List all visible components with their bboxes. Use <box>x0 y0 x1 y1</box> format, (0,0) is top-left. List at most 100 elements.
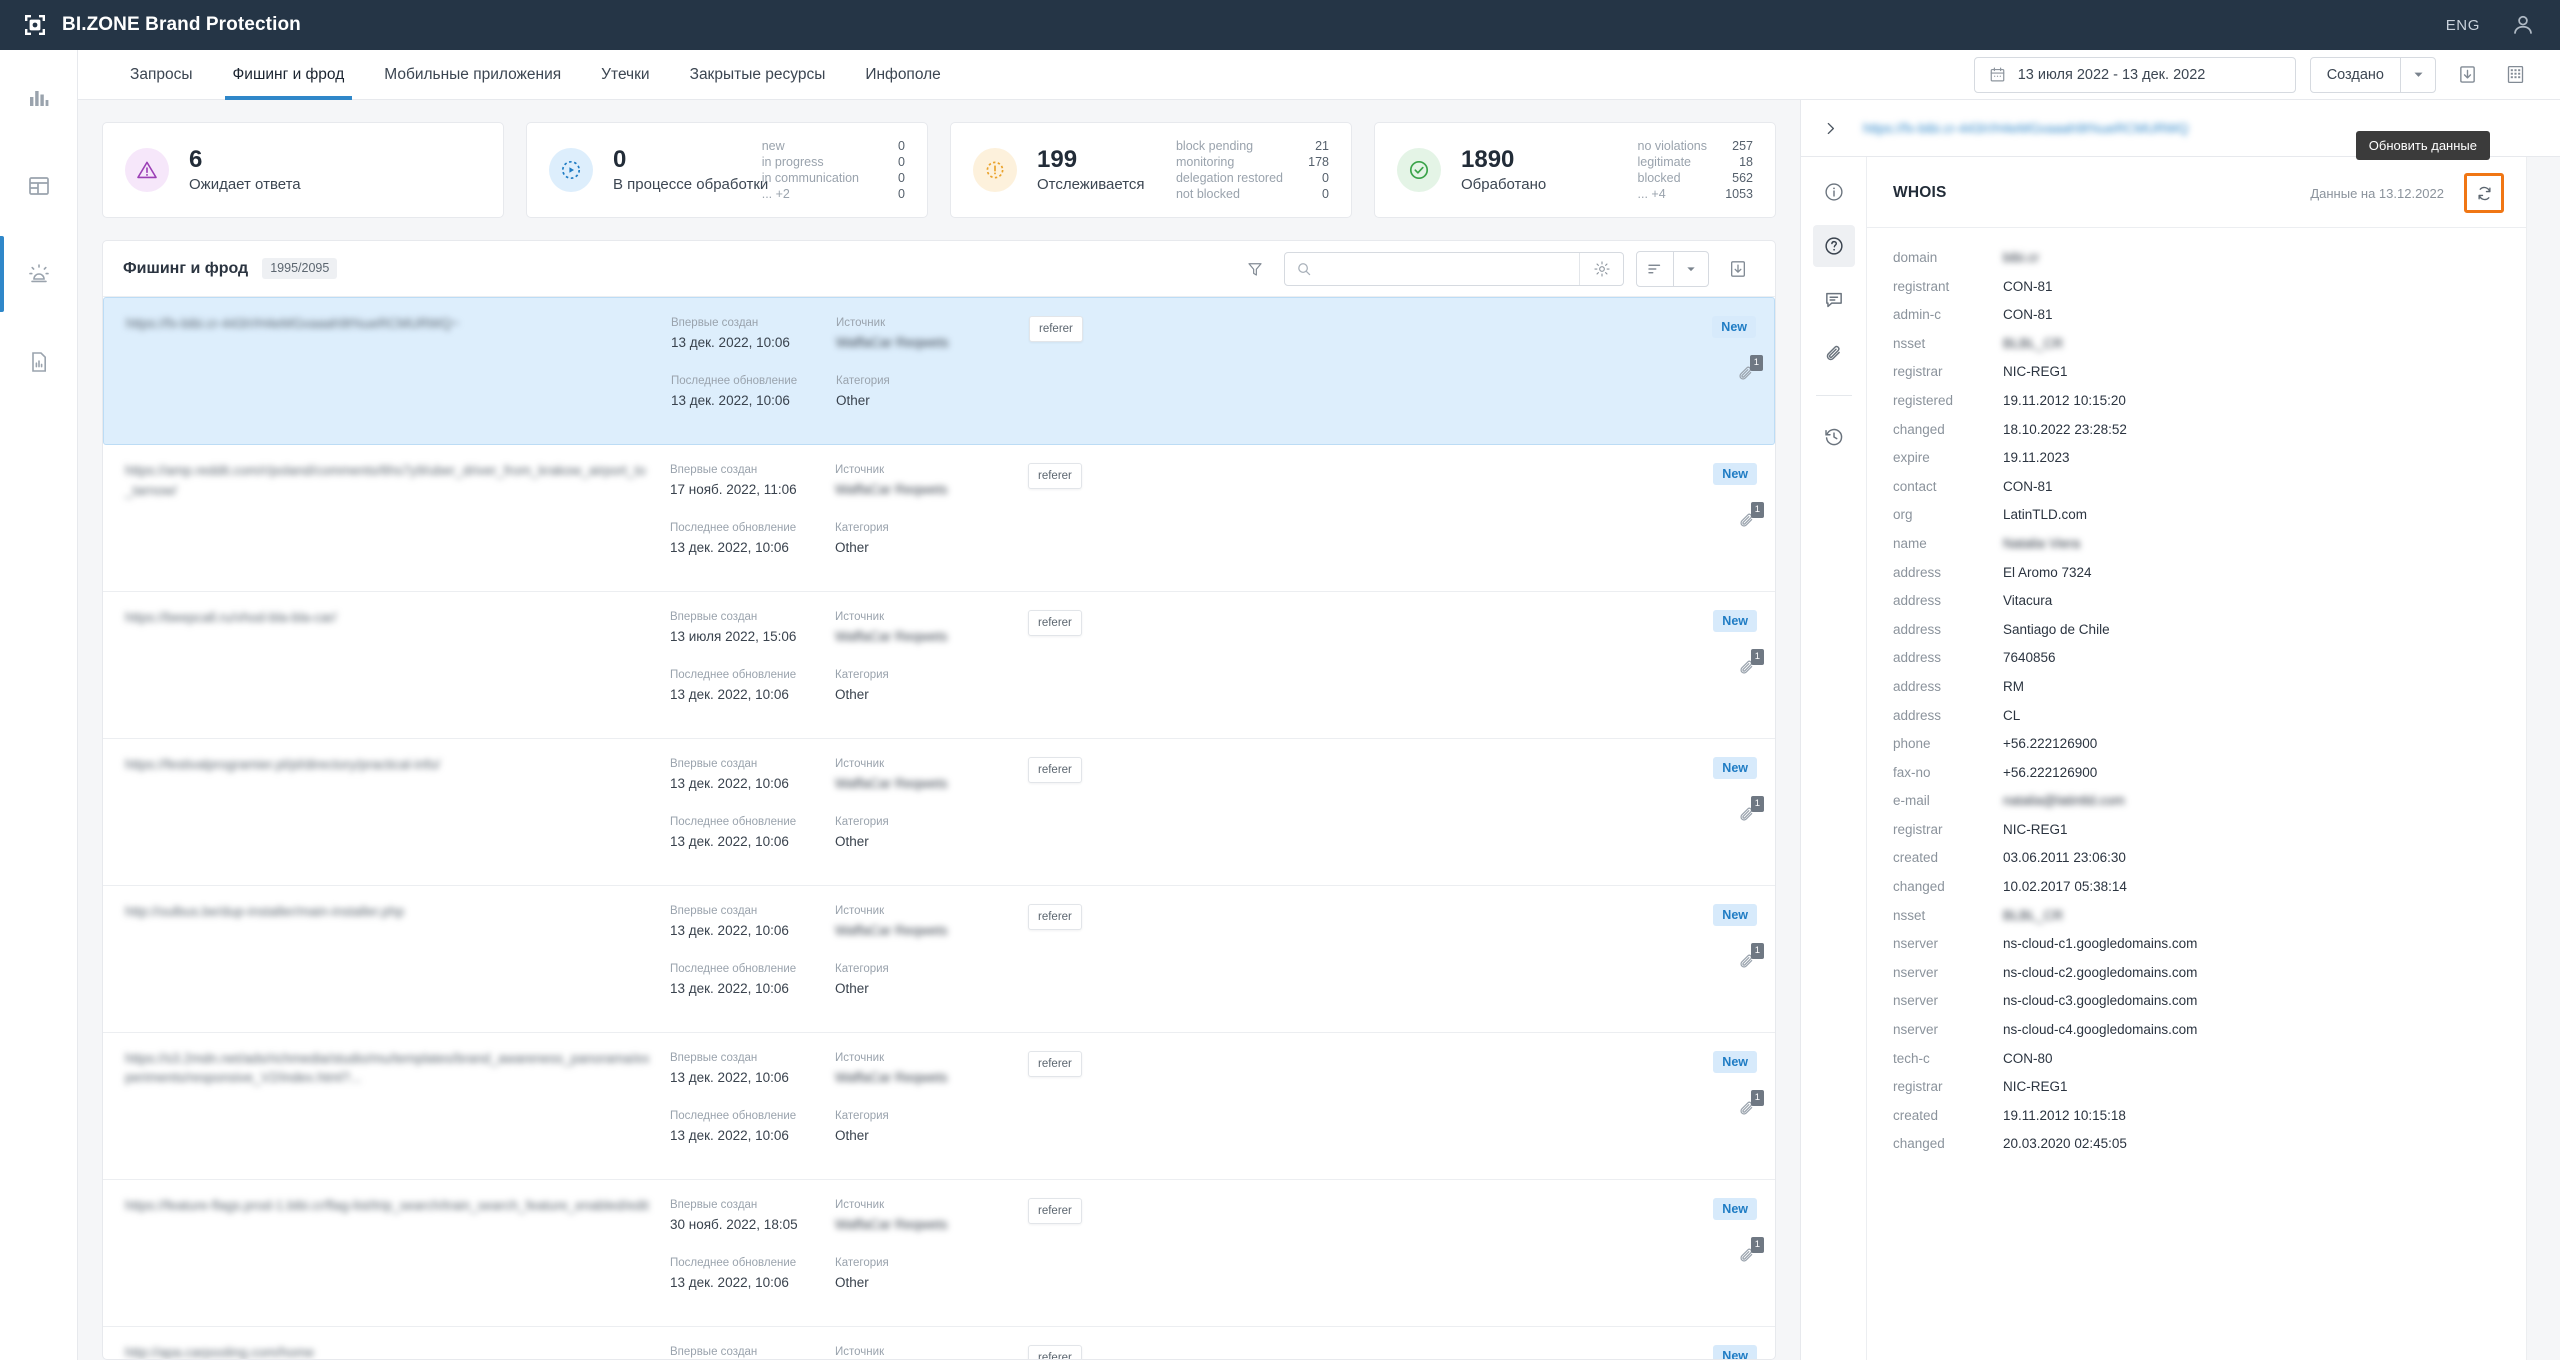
row-tag[interactable]: referer <box>1028 609 1082 636</box>
row-url[interactable]: http://oulbus.be/dup-installer/main-inst… <box>125 902 652 922</box>
paperclip-icon[interactable]: 1 <box>1737 649 1764 678</box>
date-range-picker[interactable]: 13 июля 2022 - 13 дек. 2022 <box>1973 56 2296 93</box>
attachment-count: 1 <box>1749 355 1763 371</box>
whois-row: address CL <box>1893 702 2500 731</box>
row-url[interactable]: https://fx-bibi.cr-443/r/H4eMGxaaah9t%ue… <box>126 314 653 334</box>
stat-card-awaiting-response[interactable]: 6 Ожидает ответа <box>102 122 504 218</box>
row-url-cell[interactable]: http://oulbus.be/dup-installer/main-inst… <box>125 902 670 922</box>
tab-closed-resources[interactable]: Закрытые ресурсы <box>670 50 846 99</box>
row-created-block: Впервые создан 13 июля 2022, 15:06 <box>670 608 835 648</box>
row-category-label: Категория <box>835 962 889 975</box>
table-grid-icon[interactable] <box>2498 58 2532 92</box>
chevron-down-icon[interactable] <box>2401 58 2435 92</box>
language-switch[interactable]: ENG <box>2446 17 2480 34</box>
row-url-cell[interactable]: https://beepcall.ru/vhod-bla-bla-car/ <box>125 608 670 628</box>
table-row[interactable]: https://feature-flags.prod-1.bibi.cr/fla… <box>103 1180 1775 1327</box>
search-box[interactable] <box>1284 251 1624 286</box>
table-row[interactable]: http://apa.carpooling.com/home Впервые со… <box>103 1327 1775 1359</box>
table-row[interactable]: http://oulbus.be/dup-installer/main-inst… <box>103 886 1775 1033</box>
history-clock-icon[interactable] <box>1813 416 1855 458</box>
sidebar-item-reports[interactable] <box>17 340 61 384</box>
whois-key: e-mail <box>1893 793 1930 809</box>
funnel-filter-icon[interactable] <box>1238 252 1272 286</box>
gear-icon[interactable] <box>1579 252 1623 285</box>
paperclip-icon[interactable]: 1 <box>1737 943 1764 972</box>
row-url-cell[interactable]: https://feature-flags.prod-1.bibi.cr/fla… <box>125 1196 670 1216</box>
refresh-tooltip: Обновить данные <box>2355 131 2490 160</box>
report-document-icon <box>27 350 51 374</box>
table-row[interactable]: https://fx-bibi.cr-443/r/H4eMGxaaah9t%ue… <box>103 297 1775 445</box>
whois-value: bibi.cr <box>2003 250 2040 265</box>
row-url-cell[interactable]: https://amp.reddit.com/r/poland/comments… <box>125 461 670 500</box>
stat-card-tracked[interactable]: 199 Отслеживается block pending 21 monit… <box>950 122 1352 218</box>
paperclip-icon[interactable]: 1 <box>1737 1237 1764 1266</box>
detail-url[interactable]: https://fx-bibi.cr-443/r/H4eMGxaaah9t%ue… <box>1863 121 2188 136</box>
info-circle-icon[interactable] <box>1813 171 1855 213</box>
row-url[interactable]: https://s3.2mdn.net/ads/richmedia/studio… <box>125 1049 652 1088</box>
tab-requests[interactable]: Запросы <box>110 50 213 99</box>
row-created-block: Впервые создан22 июля 2022, 02:06 <box>670 1343 835 1359</box>
whois-row: contact CON-81 <box>1893 473 2500 502</box>
paperclip-icon[interactable]: 1 <box>1736 355 1763 384</box>
tab-phishing-fraud[interactable]: Фишинг и фрод <box>213 50 365 100</box>
row-tag[interactable]: referer <box>1028 1344 1082 1359</box>
stat-card-in-processing[interactable]: 0 В процессе обработки new 0 in progress… <box>526 122 928 218</box>
stat-card-processed[interactable]: 1890 Обработано no violations 257 legiti… <box>1374 122 1776 218</box>
row-tag[interactable]: referer <box>1029 316 1083 342</box>
paperclip-icon[interactable]: 1 <box>1737 796 1764 825</box>
table-row[interactable]: https://s3.2mdn.net/ads/richmedia/studio… <box>103 1033 1775 1180</box>
paperclip-icon[interactable] <box>1813 333 1855 375</box>
dashboard-layout-icon <box>27 174 51 198</box>
whois-header: WHOIS Данные на 13.12.2022 Обновить данн… <box>1867 131 2526 228</box>
export-download-icon[interactable] <box>1721 252 1755 286</box>
sidebar-item-cards[interactable] <box>17 164 61 208</box>
whois-row: address 7640856 <box>1893 644 2500 673</box>
row-tag[interactable]: referer <box>1028 903 1082 930</box>
row-tag[interactable]: referer <box>1028 462 1082 489</box>
chevron-right-icon[interactable] <box>1815 113 1845 143</box>
refresh-data-button[interactable] <box>2464 173 2504 213</box>
row-tag[interactable]: referer <box>1028 756 1082 783</box>
row-tag[interactable]: referer <box>1028 1197 1082 1224</box>
download-icon[interactable] <box>2450 58 2484 92</box>
paperclip-icon[interactable]: 1 <box>1737 502 1764 531</box>
row-updated-block: Последнее обновление 13 дек. 2022, 10:06 <box>670 960 835 1000</box>
whois-value: BLBL_CR <box>2003 907 2064 923</box>
row-meta: Впервые создан 13 дек. 2022, 10:06 Последн… <box>670 755 1000 871</box>
row-url[interactable]: https://feature-flags.prod-1.bibi.cr/fla… <box>125 1196 652 1216</box>
breakdown-row[interactable]: ... +4 1053 <box>1638 187 1754 201</box>
whois-row: admin-c CON-81 <box>1893 301 2500 330</box>
row-url-cell[interactable]: https://festivalprogramier.pl/pl/directo… <box>125 755 670 775</box>
row-tag[interactable]: referer <box>1028 1050 1082 1077</box>
row-url[interactable]: http://apa.carpooling.com/home <box>125 1343 652 1359</box>
row-source-label: Источник <box>835 904 885 917</box>
row-url-cell[interactable]: http://apa.carpooling.com/home <box>125 1343 670 1359</box>
list-sort-control[interactable] <box>1636 250 1709 287</box>
row-updated-label: Последнее обновление <box>670 1109 797 1122</box>
breakdown-row: delegation restored 0 <box>1176 171 1329 185</box>
row-url-cell[interactable]: https://fx-bibi.cr-443/r/H4eMGxaaah9t%ue… <box>126 314 671 334</box>
row-url[interactable]: https://beepcall.ru/vhod-bla-bla-car/ <box>125 608 652 628</box>
sidebar-item-analytics[interactable] <box>17 76 61 120</box>
chevron-down-icon[interactable] <box>1674 252 1708 286</box>
paperclip-icon[interactable]: 1 <box>1737 1090 1764 1119</box>
question-circle-icon[interactable] <box>1812 225 1855 267</box>
row-source-block: ИсточникWaffaCar Reqwets <box>835 1343 1000 1359</box>
tab-mobile-apps[interactable]: Мобильные приложения <box>364 50 581 99</box>
tab-leaks[interactable]: Утечки <box>581 50 669 99</box>
row-url-cell[interactable]: https://s3.2mdn.net/ads/richmedia/studio… <box>125 1049 670 1088</box>
row-url[interactable]: https://festivalprogramier.pl/pl/directo… <box>125 755 652 775</box>
comment-icon[interactable] <box>1813 279 1855 321</box>
search-input[interactable] <box>1323 260 1579 277</box>
row-url[interactable]: https://amp.reddit.com/r/poland/comments… <box>125 461 652 500</box>
table-row[interactable]: https://festivalprogramier.pl/pl/directo… <box>103 739 1775 886</box>
table-row[interactable]: https://amp.reddit.com/r/poland/comments… <box>103 445 1775 592</box>
breakdown-row[interactable]: ... +2 0 <box>762 187 905 201</box>
sidebar-item-incidents[interactable] <box>0 236 61 312</box>
breakdown-value: 18 <box>1739 155 1753 169</box>
user-account-icon[interactable] <box>2510 12 2536 38</box>
sort-select[interactable]: Создано <box>2309 56 2436 93</box>
table-row[interactable]: https://beepcall.ru/vhod-bla-bla-car/Впе… <box>103 592 1775 739</box>
row-created-label: Впервые создан <box>670 757 758 770</box>
tab-infofield[interactable]: Инфополе <box>845 50 960 99</box>
